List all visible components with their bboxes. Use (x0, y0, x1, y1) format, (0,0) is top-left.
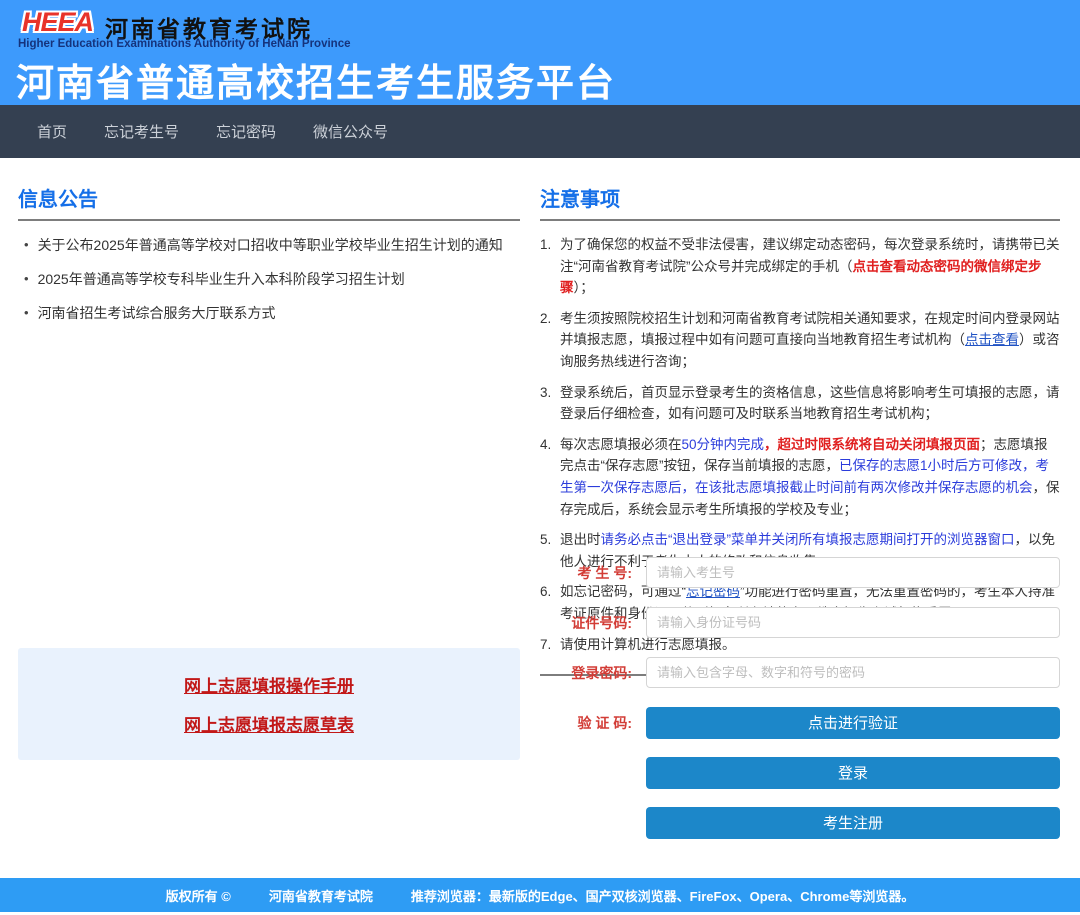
announcement-link-0[interactable]: 关于公布2025年普通高等学校对口招收中等职业学校毕业生招生计划的通知 (38, 235, 503, 256)
bullet-icon: • (24, 303, 29, 323)
footer-browsers: 推荐浏览器：最新版的Edge、国产双核浏览器、FireFox、Opera、Chr… (411, 886, 914, 905)
login-field-ctrl-0 (646, 557, 1060, 588)
announcement-item: • 2025年普通高等学校专科毕业生升入本科阶段学习招生计划 (18, 269, 520, 290)
login-field-row-1: 证件号码: (540, 607, 1060, 638)
login-field-label-1: 证件号码: (540, 613, 632, 633)
login-form: 考 生 号: 证件号码: 登录密码: 验 证 码: 点击进行验证 登录 考生注册 (540, 557, 1060, 857)
register-button[interactable]: 考生注册 (646, 807, 1060, 839)
login-input-1[interactable] (646, 607, 1060, 638)
page: HEEA 河南省教育考试院 Higher Education Examinati… (0, 0, 1080, 915)
note-text: 登录系统后，首页显示登录考生的资格信息，这些信息将影响考生可填报的志愿，请登录后… (560, 382, 1060, 425)
login-button[interactable]: 登录 (646, 757, 1060, 789)
login-field-ctrl-2 (646, 657, 1060, 688)
login-field-label-2: 登录密码: (540, 663, 632, 683)
captcha-verify-button[interactable]: 点击进行验证 (646, 707, 1060, 739)
note-item-4: 4.每次志愿填报必须在50分钟内完成，超过时限系统将自动关闭填报页面；志愿填报完… (540, 434, 1060, 520)
site-header: HEEA 河南省教育考试院 Higher Education Examinati… (0, 0, 1080, 105)
note-inline-text: ，超过时限系统将自动关闭填报页面 (764, 437, 980, 452)
heea-logo: HEEA (18, 8, 97, 36)
note-item-3: 3.登录系统后，首页显示登录考生的资格信息，这些信息将影响考生可填报的志愿，请登… (540, 382, 1060, 425)
note-inline-text: 50分钟内完成 (682, 437, 765, 452)
main-nav: 首页 忘记考生号 忘记密码 微信公众号 (0, 105, 1080, 158)
login-field-row-2: 登录密码: (540, 657, 1060, 688)
note-text: 每次志愿填报必须在50分钟内完成，超过时限系统将自动关闭填报页面；志愿填报完点击… (560, 434, 1060, 520)
nav-item-2[interactable]: 忘记密码 (216, 121, 276, 142)
announcement-link-2[interactable]: 河南省招生考试综合服务大厅联系方式 (38, 303, 276, 324)
login-button-row: 登录 (540, 757, 1060, 788)
org-name-english: Higher Education Examinations Authority … (18, 38, 350, 50)
note-inline-text: ）； (574, 280, 594, 295)
login-input-2[interactable] (646, 657, 1060, 688)
footer: 版权所有 © 河南省教育考试院 推荐浏览器：最新版的Edge、国产双核浏览器、F… (0, 878, 1080, 912)
note-inline-text: 请务必点击“退出登录”菜单并关闭所有填报志愿期间打开的浏览器窗口 (601, 532, 1015, 547)
announcements-list: • 关于公布2025年普通高等学校对口招收中等职业学校毕业生招生计划的通知 • 202… (18, 235, 520, 324)
bullet-icon: • (24, 235, 29, 255)
announcement-link-1[interactable]: 2025年普通高等学校专科毕业生升入本科阶段学习招生计划 (38, 269, 405, 290)
captcha-label: 验 证 码: (540, 713, 632, 733)
note-number: 2. (540, 308, 560, 373)
note-number: 3. (540, 382, 560, 425)
bullet-icon: • (24, 269, 29, 289)
nav-item-1[interactable]: 忘记考生号 (104, 121, 179, 142)
announcement-item: • 关于公布2025年普通高等学校对口招收中等职业学校毕业生招生计划的通知 (18, 235, 520, 256)
login-input-0[interactable] (646, 557, 1060, 588)
note-number: 4. (540, 434, 560, 520)
note-inline-link[interactable]: 点击查看 (965, 332, 1019, 347)
nav-item-0[interactable]: 首页 (37, 121, 67, 142)
note-text: 为了确保您的权益不受非法侵害，建议绑定动态密码，每次登录系统时，请携带已关注“河… (560, 234, 1060, 299)
download-links-box: 网上志愿填报操作手册网上志愿填报志愿草表 (18, 648, 520, 760)
register-button-row: 考生注册 (540, 807, 1060, 838)
announcement-item: • 河南省招生考试综合服务大厅联系方式 (18, 303, 520, 324)
note-inline-text: 每次志愿填报必须在 (560, 437, 682, 452)
login-field-label-0: 考 生 号: (540, 563, 632, 583)
notes-heading: 注意事项 (540, 183, 1060, 221)
note-number: 1. (540, 234, 560, 299)
note-inline-text: 登录系统后，首页显示登录考生的资格信息，这些信息将影响考生可填报的志愿，请登录后… (560, 385, 1060, 422)
announcements-heading: 信息公告 (18, 183, 520, 221)
page-title: 河南省普通高校招生考生服务平台 (16, 52, 616, 107)
download-link-1[interactable]: 网上志愿填报志愿草表 (184, 711, 354, 736)
footer-copyright: 版权所有 © (166, 886, 231, 905)
captcha-row: 验 证 码: 点击进行验证 (540, 707, 1060, 738)
login-field-ctrl-1 (646, 607, 1060, 638)
download-link-0[interactable]: 网上志愿填报操作手册 (184, 672, 354, 697)
note-item-2: 2.考生须按照院校招生计划和河南省教育考试院相关通知要求，在规定时间内登录网站并… (540, 308, 1060, 373)
login-field-row-0: 考 生 号: (540, 557, 1060, 588)
nav-item-3[interactable]: 微信公众号 (313, 121, 388, 142)
note-inline-text: 退出时 (560, 532, 601, 547)
note-text: 考生须按照院校招生计划和河南省教育考试院相关通知要求，在规定时间内登录网站并填报… (560, 308, 1060, 373)
note-item-1: 1.为了确保您的权益不受非法侵害，建议绑定动态密码，每次登录系统时，请携带已关注… (540, 234, 1060, 299)
footer-org: 河南省教育考试院 (269, 886, 373, 905)
announcements-section: 信息公告 • 关于公布2025年普通高等学校对口招收中等职业学校毕业生招生计划的通… (18, 183, 520, 337)
